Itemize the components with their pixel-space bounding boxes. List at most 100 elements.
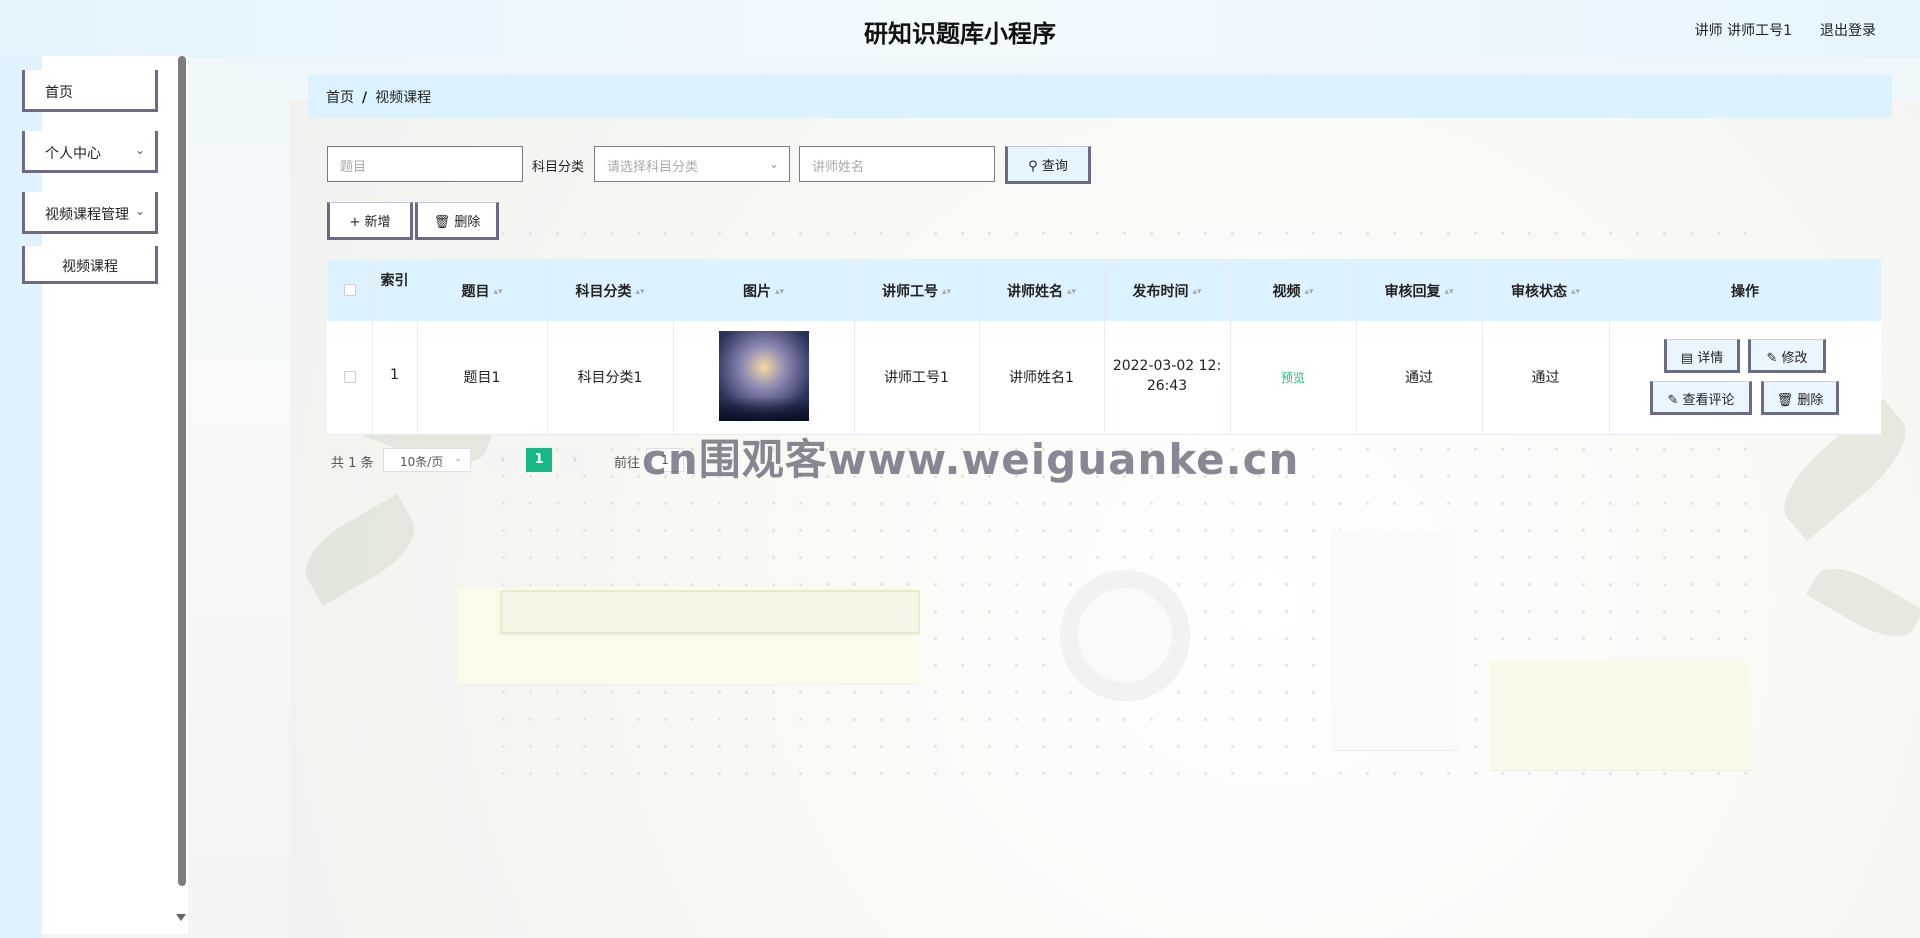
chevron-right-icon: › [572,452,578,466]
sort-icon: ▴▾ [1570,287,1581,297]
row-checkbox[interactable] [344,371,356,383]
cell-index: 1 [390,367,399,383]
column-header-title[interactable]: 题目 ▴▾ [417,281,547,301]
sort-icon: ▴▾ [941,287,952,297]
sort-icon: ▴▾ [1192,287,1202,297]
sidebar-item-label: 视频课程管理 [45,207,129,223]
logout-link[interactable]: 退出登录 [1820,20,1876,40]
breadcrumb-separator: / [362,90,368,106]
goto-label: 前往 [614,456,641,471]
column-header-review-reply[interactable]: 审核回复 ▴▾ [1356,281,1482,301]
sort-icon: ▴▾ [1444,287,1454,297]
sidebar-item-label: 首页 [45,85,73,101]
column-header-label: 科目分类 [575,284,632,300]
cell-teacher-no: 讲师工号1 [884,370,949,386]
detail-button-label: 详情 [1697,351,1724,366]
column-header-index: 索引 [380,273,409,289]
query-button-label: 查询 [1041,159,1068,174]
row-delete-button-label: 删除 [1797,393,1824,408]
column-header-label: 视频 [1272,284,1301,300]
sort-icon: ▴▾ [774,287,785,297]
video-preview-link[interactable]: 预览 [1230,369,1356,386]
page-size-value: 10条/页 [400,455,444,469]
chevron-down-icon: ⌄ [453,453,462,464]
course-thumbnail-image[interactable] [719,331,809,421]
add-button-label: 新增 [364,215,391,230]
left-strip [0,58,42,938]
chevron-left-icon: ‹ [500,452,506,466]
column-header-category[interactable]: 科目分类 ▴▾ [547,281,673,301]
column-header-label: 审核状态 [1510,284,1567,300]
scroll-down-arrow-icon[interactable] [176,914,186,921]
breadcrumb: 首页 / 视频课程 [308,74,1892,118]
edit-button-label: 修改 [1781,351,1808,366]
detail-button[interactable]: ▤ 详情 [1664,339,1740,373]
column-header-label: 审核回复 [1384,284,1441,300]
pencil-icon: ✎ [1667,393,1679,408]
title-search-input[interactable]: 题目 [327,146,523,182]
column-header-operations: 操作 [1731,284,1759,300]
trash-icon: 🗑 [433,215,451,230]
sort-icon: ▴▾ [1066,287,1077,297]
pagination-total: 共 1 条 [331,456,374,471]
chevron-down-icon: ⌄ [768,157,779,171]
pencil-icon: ✎ [1766,351,1778,366]
user-info: 讲师 讲师工号1 [1694,23,1792,39]
column-header-review-status[interactable]: 审核状态 ▴▾ [1482,281,1609,301]
column-header-teacher-no[interactable]: 讲师工号 ▴▾ [854,281,979,301]
breadcrumb-current: 视频课程 [375,90,432,106]
column-header-image[interactable]: 图片 ▴▾ [673,281,854,301]
background-illustration [290,100,1920,938]
trash-icon: 🗑 [1776,393,1794,408]
column-header-publish-time[interactable]: 发布时间 ▴▾ [1104,281,1230,301]
cell-category: 科目分类1 [577,370,643,386]
batch-delete-button[interactable]: 🗑 删除 [415,202,499,240]
breadcrumb-home[interactable]: 首页 [326,90,354,106]
column-header-label: 讲师姓名 [1006,284,1063,300]
sidebar-item-home[interactable]: 首页 [22,70,158,112]
sort-icon: ▴▾ [635,287,645,297]
column-header-label: 发布时间 [1132,284,1189,300]
category-select[interactable]: 请选择科目分类 ⌄ [594,146,790,182]
column-header-video[interactable]: 视频 ▴▾ [1230,281,1356,301]
plus-icon: + [349,215,361,230]
teacher-name-search-input[interactable]: 讲师姓名 [799,146,995,182]
cell-publish-time-line2: 26:43 [1146,378,1188,394]
sort-icon: ▴▾ [1304,287,1314,297]
page-size-select[interactable]: 10条/页 ⌄ [383,448,471,472]
sidebar-item-video-course-management[interactable]: 视频课程管理 ⌄ [22,192,158,234]
cell-title: 题目1 [463,370,501,386]
delete-button-label: 删除 [454,215,481,230]
box-decoration [500,590,920,634]
select-all-checkbox[interactable] [344,284,356,296]
sidebar-subitem-video-course[interactable]: 视频课程 [22,246,158,284]
query-button[interactable]: ⚲ 查询 [1005,146,1091,184]
next-page-button[interactable]: › [562,448,588,472]
column-header-label: 题目 [461,284,490,300]
video-course-table: 索引 题目 ▴▾ 科目分类 ▴▾ 图片 ▴▾ 讲师工号 ▴▾ 讲师姓名 ▴▾ 发布时间 ▴▾… [327,259,1881,435]
app-title: 研知识题库小程序 [864,20,1056,48]
sidebar: 首页 个人中心 ⌄ 视频课程管理 ⌄ 视频课程 [22,56,188,934]
view-comments-button[interactable]: ✎ 查看评论 [1650,381,1752,415]
prev-page-button[interactable]: ‹ [490,448,516,472]
category-label: 科目分类 [532,160,585,175]
column-header-teacher-name[interactable]: 讲师姓名 ▴▾ [979,281,1104,301]
box-decoration [1490,660,1750,770]
tape-decoration [1060,570,1190,700]
document-icon: ▤ [1680,351,1694,366]
cylinder-decoration [1330,530,1460,750]
sidebar-item-personal-center[interactable]: 个人中心 ⌄ [22,131,158,173]
column-header-label: 讲师工号 [881,284,938,300]
page-number-button[interactable]: 1 [526,448,552,472]
cell-publish-time-line1: 2022-03-02 12: [1112,358,1222,374]
category-select-placeholder: 请选择科目分类 [607,160,699,175]
edit-button[interactable]: ✎ 修改 [1748,339,1826,373]
add-button[interactable]: + 新增 [327,202,413,240]
sidebar-item-label: 个人中心 [45,146,101,162]
leaf-decoration [293,494,427,606]
cell-review-status: 通过 [1531,370,1560,386]
top-header: 研知识题库小程序 讲师 讲师工号1 退出登录 [0,0,1920,58]
row-delete-button[interactable]: 🗑 删除 [1761,381,1839,415]
cell-teacher-name: 讲师姓名1 [1009,370,1074,386]
sidebar-scrollbar[interactable] [178,56,186,886]
